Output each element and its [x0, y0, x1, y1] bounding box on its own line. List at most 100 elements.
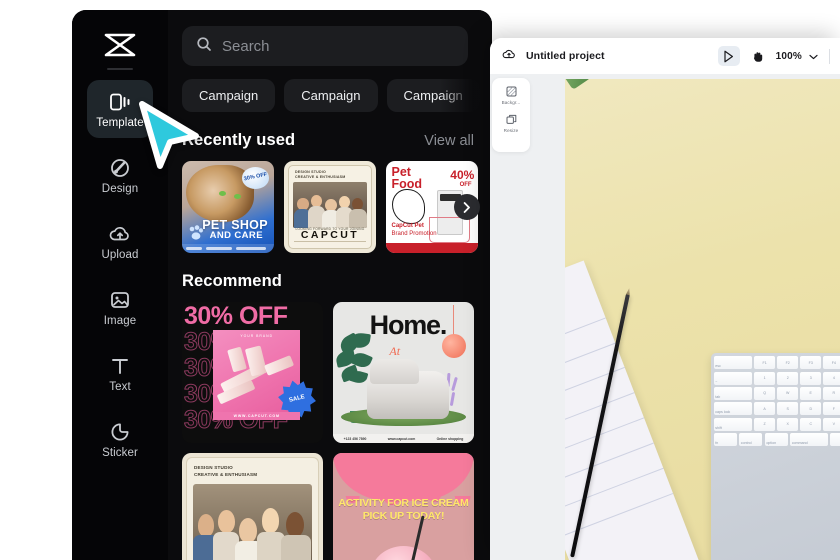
- zoom-level[interactable]: 100%: [776, 51, 802, 62]
- template-card-design-studio[interactable]: DESIGN STUDIO CREATIVE & ENTHUSIASM: [182, 453, 323, 560]
- footer-site: www.capcut.com: [387, 436, 416, 441]
- card-footer-bar: [182, 244, 274, 253]
- key: D: [800, 402, 822, 416]
- map-outline: [391, 188, 425, 224]
- card-footer: +123 456 7890 www.capcut.com Online shop…: [333, 434, 474, 443]
- background-icon: [506, 84, 517, 98]
- lamp-string: [453, 304, 455, 336]
- carousel-next-button[interactable]: [454, 194, 480, 220]
- sidebar-item-sticker[interactable]: Sticker: [87, 410, 153, 468]
- hand-tool-button[interactable]: [747, 46, 769, 66]
- card-frame: DESIGN STUDIO CREATIVE & ENTHUSIASM: [186, 457, 319, 560]
- design-canvas[interactable]: esc F1 F2 F3 F4 F5 ~ 1 2 3 4 5: [565, 79, 840, 560]
- chevron-right-icon: [463, 201, 470, 213]
- left-icon-rail: Template Design Upload Image Text Sticke…: [72, 10, 168, 560]
- headline-row-1: 30% OFF: [184, 302, 288, 330]
- image-icon: [109, 288, 131, 312]
- sidebar-item-label: Upload: [101, 248, 139, 261]
- select-tool-button[interactable]: [717, 46, 740, 66]
- group-photo: [293, 182, 367, 228]
- sidebar-item-label: Image: [103, 314, 137, 327]
- rail-divider: [107, 68, 133, 70]
- template-card-30-off[interactable]: 30% OFF 30% OFF 30% OFF 30% OFF 30% OFF …: [182, 302, 323, 443]
- card-brand: CapCut Pet Brand Promotion: [391, 223, 437, 238]
- template-card-pet-shop[interactable]: 30% OFF PET SHOP AND CARE: [182, 161, 274, 253]
- editor-body: Backgr... Resize esc F1 F2 F3 F4 ~ 1 2 3…: [490, 74, 840, 560]
- upload-cloud-icon: [108, 222, 132, 246]
- cat-eye-right: [233, 194, 241, 200]
- card-discount-sub: OFF: [459, 182, 472, 189]
- group-photo: [193, 484, 312, 560]
- recommend-header: Recommend: [182, 272, 474, 291]
- keyboard: esc F1 F2 F3 F4 F5 ~ 1 2 3 4 5: [710, 353, 840, 560]
- card-art: ACTIVITY FOR ICE CREAM PICK UP TODAY!: [333, 453, 474, 560]
- recommend-title: Recommend: [182, 272, 282, 290]
- editor-header: Untitled project 100%: [490, 38, 840, 74]
- text-icon: [109, 354, 131, 378]
- headline-line-1: ACTIVITY FOR ICE CREAM: [338, 496, 469, 509]
- ice-cream-cup: [369, 546, 438, 560]
- chip-campaign-2[interactable]: Campaign: [284, 79, 378, 112]
- sidebar-item-template[interactable]: Template: [87, 80, 153, 138]
- template-card-capcut[interactable]: DESIGN STUDIO CREATIVE & ENTHUSIASM LOOK…: [284, 161, 376, 253]
- resize-tool[interactable]: Resize: [494, 112, 528, 133]
- canvas-tool-panel: Backgr... Resize: [492, 78, 530, 152]
- card-wordmark: CAPCUT: [300, 229, 360, 241]
- card-art: 30% OFF 30% OFF 30% OFF 30% OFF 30% OFF …: [182, 302, 323, 443]
- keyboard-row: fn control option command: [713, 433, 840, 447]
- template-content-column: Search Campaign Campaign Campaign Recent…: [168, 10, 492, 560]
- footer-phone: +123 456 7890: [343, 436, 367, 441]
- key: F: [823, 402, 840, 416]
- top-line-1: DESIGN STUDIO: [194, 465, 233, 470]
- key: A: [754, 402, 775, 416]
- search-input[interactable]: Search: [182, 26, 468, 66]
- key: S: [777, 402, 799, 416]
- editor-toolbar: 100%: [717, 46, 830, 66]
- sidebar-item-text[interactable]: Text: [87, 344, 153, 402]
- key: fn: [713, 433, 737, 447]
- card-url: WWW.CAPCUT.COM: [213, 412, 301, 421]
- sidebar-item-design[interactable]: Design: [87, 146, 153, 204]
- key: V: [823, 417, 840, 431]
- recently-used-header: Recently used View all: [182, 131, 474, 150]
- card-art: DESIGN STUDIO CREATIVE & ENTHUSIASM: [182, 453, 323, 560]
- category-chip-row: Campaign Campaign Campaign: [182, 79, 482, 112]
- card-art: DESIGN STUDIO CREATIVE & ENTHUSIASM LOOK…: [284, 161, 376, 253]
- key: F3: [800, 356, 822, 370]
- keyboard-row: caps lock A S D F G: [713, 402, 840, 416]
- key: ~: [713, 371, 752, 385]
- top-line-2: CREATIVE & ENTHUSIASM: [194, 472, 258, 478]
- key: F2: [777, 356, 799, 370]
- search-placeholder: Search: [222, 37, 270, 55]
- sidebar-item-image[interactable]: Image: [87, 278, 153, 336]
- recently-used-title: Recently used: [182, 131, 296, 149]
- view-all-link[interactable]: View all: [424, 133, 474, 149]
- background-tool[interactable]: Backgr...: [494, 84, 528, 105]
- chip-campaign-1[interactable]: Campaign: [182, 79, 276, 112]
- key: [829, 433, 840, 447]
- card-art: Home. At $405: [333, 302, 474, 443]
- cursor-select-icon: [724, 50, 734, 62]
- key: 2: [777, 371, 799, 385]
- sidebar-item-upload[interactable]: Upload: [87, 212, 153, 270]
- key: shift: [713, 417, 752, 431]
- chevron-down-icon[interactable]: [809, 47, 818, 65]
- key: tab: [713, 386, 752, 400]
- chip-campaign-3[interactable]: Campaign: [386, 79, 480, 112]
- footer-note: Online shopping: [436, 436, 464, 441]
- cloud-sync-icon[interactable]: [502, 47, 516, 65]
- brand-label: YOUR BRAND: [240, 334, 274, 339]
- card-headline: Home.: [369, 310, 448, 341]
- resize-tool-label: Resize: [503, 128, 519, 133]
- key: 3: [800, 371, 822, 385]
- template-card-home[interactable]: Home. At $405: [333, 302, 474, 443]
- toolbar-divider: [829, 48, 830, 64]
- keyboard-row: tab Q W E R T: [713, 386, 840, 400]
- template-card-ice-cream[interactable]: ACTIVITY FOR ICE CREAM PICK UP TODAY!: [333, 453, 474, 560]
- bubble-label: 30% OFF: [243, 171, 268, 183]
- card-footer-rule: [294, 241, 366, 245]
- recently-used-row: 30% OFF PET SHOP AND CARE DESIGN STUDIO …: [182, 161, 492, 253]
- project-title[interactable]: Untitled project: [526, 50, 605, 62]
- key: W: [777, 386, 799, 400]
- capcut-logo-icon[interactable]: [100, 30, 140, 60]
